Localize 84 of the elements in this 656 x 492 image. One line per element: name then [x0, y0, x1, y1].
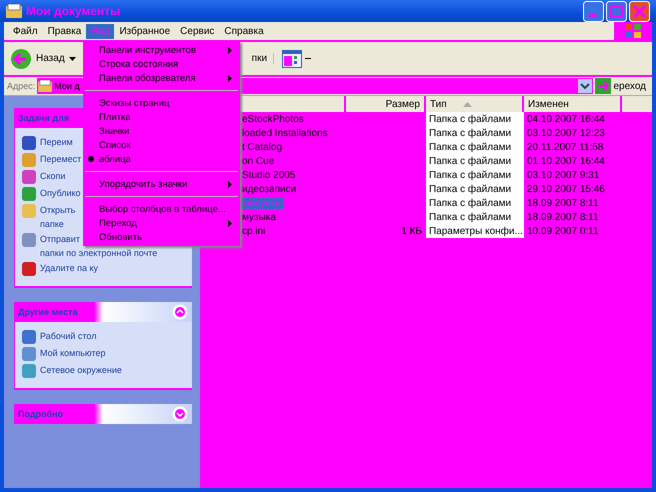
- task-icon: [21, 169, 37, 185]
- menu-option[interactable]: Упорядочить значки: [83, 177, 240, 191]
- go-arrow-icon[interactable]: [595, 78, 612, 94]
- task-link[interactable]: Скопи: [40, 169, 66, 183]
- dash-icon: [305, 57, 312, 60]
- task-link[interactable]: папки по электронной почте: [40, 246, 158, 260]
- file-date: 20.11.2007 11:58: [527, 142, 604, 152]
- file-name[interactable]: on Cue: [242, 156, 274, 166]
- dropdown-caret-icon: [68, 56, 76, 60]
- task-icon: [21, 261, 37, 277]
- menu-item[interactable]: Правка: [42, 24, 86, 38]
- file-name[interactable]: музыка: [242, 212, 276, 222]
- file-type: Папка с файлами: [429, 156, 512, 166]
- task-icon: [21, 152, 37, 168]
- file-name[interactable]: идеозаписи: [242, 184, 296, 194]
- file-name[interactable]: t Catalog: [242, 142, 282, 152]
- address-label: Адрес:: [7, 81, 36, 91]
- maximize-button[interactable]: [606, 0, 627, 22]
- menu-item[interactable]: Справка: [219, 24, 269, 38]
- place-icon: [21, 346, 37, 362]
- file-name[interactable]: eStockPhotos: [242, 114, 304, 124]
- close-button[interactable]: [629, 0, 650, 22]
- task-link[interactable]: Опублико: [40, 186, 81, 200]
- file-date: 01.10.2007 16:44: [527, 156, 605, 166]
- folder-icon: [6, 4, 22, 18]
- menu-option[interactable]: Плитка: [83, 110, 240, 124]
- file-date: 03.10.2007 12:23: [527, 128, 605, 138]
- file-size: 1 КБ: [401, 226, 422, 236]
- place-link[interactable]: Рабочий стол: [40, 329, 96, 343]
- file-type: Параметры конфи...: [429, 226, 523, 236]
- place-icon: [21, 363, 37, 379]
- file-date: 10.09.2007 0:11: [527, 226, 599, 236]
- menu-option[interactable]: Переход: [83, 216, 240, 230]
- file-name[interactable]: cp.ini: [242, 226, 266, 236]
- menu-item[interactable]: Файл: [8, 24, 43, 38]
- expand-icon[interactable]: [172, 406, 188, 422]
- menu-option[interactable]: Список: [83, 138, 240, 152]
- file-name[interactable]: Studio 2005: [242, 170, 296, 180]
- menu-option[interactable]: Обновить: [83, 230, 240, 244]
- views-button[interactable]: [282, 50, 312, 68]
- menu-option[interactable]: Выбор столбцов в таблице...: [83, 202, 240, 216]
- menu-item[interactable]: Сервис: [175, 24, 220, 38]
- task-link[interactable]: Перемест: [40, 152, 82, 166]
- windows-logo-icon: [624, 23, 642, 39]
- task-link[interactable]: Открыть: [40, 203, 76, 217]
- menu-item[interactable]: Избранное: [114, 24, 176, 38]
- file-date: 18.09.2007 8:11: [527, 198, 599, 208]
- task-icon: [21, 186, 37, 202]
- menu-option[interactable]: Значки: [83, 124, 240, 138]
- place-link[interactable]: Мой компьютер: [40, 346, 106, 360]
- menu-option[interactable]: аблица: [83, 152, 240, 166]
- file-date: 29.10.2007 15:46: [527, 184, 605, 194]
- task-link[interactable]: Удалите па ку: [40, 261, 98, 275]
- file-date: 18.09.2007 8:11: [527, 212, 599, 222]
- minimize-button[interactable]: [583, 0, 604, 22]
- go-button[interactable]: ереход: [613, 80, 652, 92]
- file-type: Папка с файлами: [429, 128, 512, 138]
- file-type: Папка с файлами: [429, 142, 512, 152]
- task-icon: [21, 135, 37, 151]
- file-type: Папка с файлами: [429, 114, 512, 124]
- file-name[interactable]: loaded Installations: [242, 128, 328, 138]
- sort-arrow-icon: [462, 102, 472, 106]
- file-type: Папка с файлами: [429, 184, 512, 194]
- folders-button[interactable]: пки: [246, 53, 274, 64]
- task-link[interactable]: папке: [40, 217, 64, 231]
- task-link[interactable]: Отправит: [40, 232, 80, 246]
- place-link[interactable]: Сетевое окружение: [40, 363, 122, 377]
- file-date: 04.10.2007 16:44: [527, 114, 605, 124]
- collapse-icon[interactable]: [172, 304, 188, 320]
- window-title: Мои документы: [26, 4, 120, 18]
- menu-option[interactable]: Панели инструментов: [83, 43, 240, 57]
- menu-option[interactable]: Строка состояния: [83, 57, 240, 71]
- file-type: Папка с файлами: [429, 212, 512, 222]
- task-icon: [21, 232, 37, 248]
- file-type: Папка с файлами: [429, 198, 512, 208]
- file-type: Папка с файлами: [429, 170, 512, 180]
- task-link[interactable]: Переим: [40, 135, 73, 149]
- menu-option[interactable]: Эскизы страниц: [83, 96, 240, 110]
- back-button[interactable]: Назад: [10, 48, 76, 70]
- dropdown-icon[interactable]: [578, 79, 592, 93]
- place-icon: [21, 329, 37, 345]
- task-icon: [21, 203, 37, 219]
- file-date: 03.10.2007 9:31: [527, 170, 600, 180]
- folder-icon: [38, 80, 52, 92]
